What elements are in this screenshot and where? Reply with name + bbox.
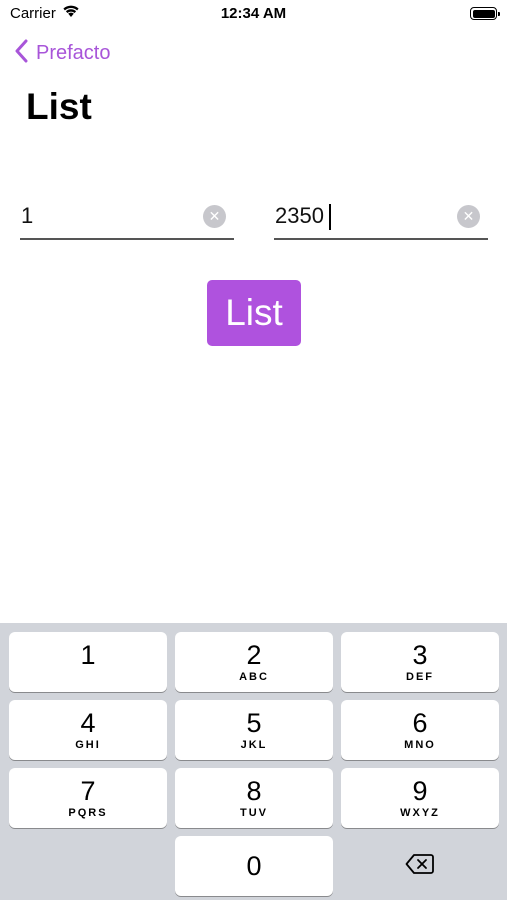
- to-field: ✕: [274, 196, 488, 240]
- key-letters: TUV: [240, 807, 268, 819]
- key-5[interactable]: 5 JKL: [175, 700, 333, 760]
- key-digit: 8: [246, 776, 262, 806]
- key-letters: MNO: [404, 739, 436, 751]
- delete-key[interactable]: [341, 836, 499, 896]
- key-letters: JKL: [240, 739, 268, 751]
- key-4[interactable]: 4 GHI: [9, 700, 167, 760]
- key-1[interactable]: 1: [9, 632, 167, 692]
- key-letters: ABC: [239, 671, 269, 683]
- key-2[interactable]: 2 ABC: [175, 632, 333, 692]
- from-input[interactable]: [20, 196, 200, 236]
- key-7[interactable]: 7 PQRS: [9, 768, 167, 828]
- clear-icon[interactable]: ✕: [203, 205, 226, 228]
- key-letters: PQRS: [68, 807, 108, 819]
- chevron-left-icon: [14, 39, 28, 68]
- key-3[interactable]: 3 DEF: [341, 632, 499, 692]
- back-label: Prefacto: [36, 41, 111, 64]
- key-digit: 7: [80, 776, 96, 806]
- key-6[interactable]: 6 MNO: [341, 700, 499, 760]
- key-letters: WXYZ: [400, 807, 440, 819]
- key-letters: DEF: [406, 671, 434, 683]
- clear-icon[interactable]: ✕: [457, 205, 480, 228]
- text-cursor: [329, 204, 331, 230]
- key-digit: 5: [246, 708, 262, 738]
- key-8[interactable]: 8 TUV: [175, 768, 333, 828]
- list-button[interactable]: List: [207, 280, 301, 346]
- key-digit: 4: [80, 708, 96, 738]
- status-bar: Carrier 12:34 AM: [0, 0, 507, 28]
- key-letters: GHI: [75, 739, 101, 751]
- key-digit: 1: [80, 640, 96, 670]
- status-time: 12:34 AM: [220, 5, 287, 22]
- key-digit: 9: [412, 776, 428, 806]
- key-9[interactable]: 9 WXYZ: [341, 768, 499, 828]
- key-digit: 2: [246, 640, 262, 670]
- delete-backspace-icon: [405, 853, 435, 880]
- battery-icon: [470, 7, 500, 20]
- from-field: ✕: [20, 196, 234, 240]
- key-digit: 0: [246, 851, 262, 881]
- back-button[interactable]: Prefacto: [14, 38, 110, 68]
- key-digit: 6: [412, 708, 428, 738]
- page-title: List: [26, 86, 92, 127]
- key-digit: 3: [412, 640, 428, 670]
- to-input[interactable]: [274, 196, 454, 236]
- numeric-keypad: 1 2 ABC 3 DEF 4 GHI 5 JKL 6 MNO 7 PQRS 8…: [0, 623, 507, 900]
- key-0[interactable]: 0: [175, 836, 333, 896]
